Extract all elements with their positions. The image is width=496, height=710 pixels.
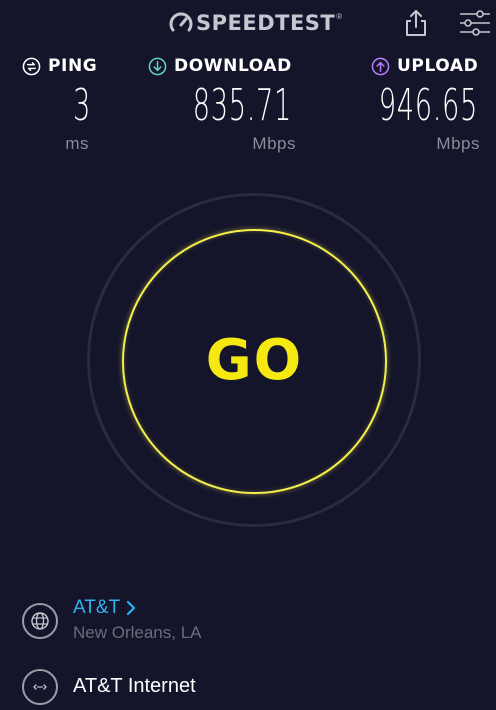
ping-unit: ms xyxy=(65,134,89,153)
upload-unit: Mbps xyxy=(436,134,480,153)
ping-label: PING xyxy=(48,56,98,76)
share-button[interactable] xyxy=(402,8,430,38)
go-button[interactable]: GO xyxy=(122,229,387,494)
speedometer-icon xyxy=(169,12,193,32)
settings-sliders-icon xyxy=(460,10,490,36)
ping-header: PING xyxy=(22,54,97,78)
download-unit: Mbps xyxy=(252,134,296,153)
download-value: 835.71 xyxy=(192,80,292,131)
logo-text: SPEEDTEST xyxy=(196,11,336,35)
upload-header: UPLOAD xyxy=(371,54,478,78)
download-label: DOWNLOAD xyxy=(174,56,292,76)
upload-label: UPLOAD xyxy=(397,56,479,76)
download-arrow-icon xyxy=(148,57,167,75)
server-globe-button[interactable] xyxy=(22,603,58,639)
go-label: GO xyxy=(205,328,304,393)
isp-icon-badge xyxy=(22,669,58,705)
isp-name: AT&T Internet xyxy=(73,675,196,697)
ping-value: 3 xyxy=(73,80,91,131)
upload-value: 946.65 xyxy=(378,80,478,131)
chevron-right-icon xyxy=(127,601,136,615)
logo-trademark: ® xyxy=(336,12,343,21)
upload-arrow-icon xyxy=(371,57,390,75)
ping-icon xyxy=(22,57,41,75)
speedtest-screen: SPEEDTEST ® PING 3 ms DOWNLOAD 835.71 Mb… xyxy=(0,0,496,710)
server-location: New Orleans, LA xyxy=(73,623,202,642)
server-name: AT&T xyxy=(73,597,121,618)
settings-button[interactable] xyxy=(458,8,492,38)
download-header: DOWNLOAD xyxy=(148,54,292,78)
server-name-link[interactable]: AT&T xyxy=(73,597,136,619)
connection-dots-icon xyxy=(33,684,47,690)
app-header: SPEEDTEST ® xyxy=(0,0,496,46)
share-icon xyxy=(406,10,426,36)
globe-icon xyxy=(31,612,49,630)
speedtest-logo: SPEEDTEST ® xyxy=(168,10,342,36)
